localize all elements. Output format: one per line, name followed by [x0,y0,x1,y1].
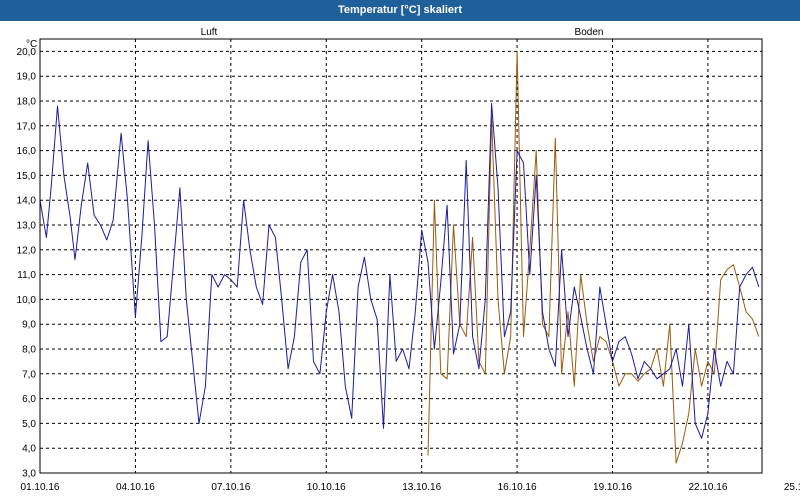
y-tick-labels: 3,0 4,0 5,0 6,0 7,0 8,0 9,0 10,0 11,0 12,0 13,0 14,… [17,47,37,480]
legend-luft: Luft [201,27,218,38]
x-tick-label: 25.10.16 [784,482,800,493]
x-tick-label: 01.10.16 [21,482,60,493]
y-tick-label: 10,0 [17,295,37,306]
legend-boden: Boden [575,27,604,38]
y-tick-label: 11,0 [17,270,36,281]
y-tick-label: 16,0 [17,146,37,157]
window-title: Temperatur [°C] skaliert [0,0,800,21]
y-tick-label: 20,0 [17,47,37,58]
temperature-chart: °C Luft Boden 3,04,05,06,07,08,09,010,01… [17,27,800,493]
series-lines [39,50,760,464]
x-tick-label: 13.10.16 [402,482,441,493]
y-tick-label: 14,0 [17,196,37,207]
y-tick-label: 13,0 [17,221,37,232]
y-tick-label: 12,0 [17,245,37,256]
x-tick-label: 10.10.16 [307,482,346,493]
x-tick-label: 07.10.16 [211,482,250,493]
y-tick-label: 9,0 [22,320,36,331]
y-tick-label: 7,0 [22,369,36,380]
y-tick-label: 18,0 [17,97,37,108]
y-tick-label: 17,0 [17,121,37,132]
y-tick-label: 6,0 [22,394,36,405]
y-tick-label: 8,0 [22,345,36,356]
y-tick-label: 3,0 [22,469,36,480]
y-tick-label: 5,0 [22,419,36,430]
plot-frame [39,38,763,474]
y-tick-label: 4,0 [22,444,36,455]
x-tick-label: 04.10.16 [116,482,155,493]
x-tick-label: 16.10.16 [498,482,537,493]
x-tick-label: 19.10.16 [593,482,632,493]
y-tick-label: 19,0 [17,72,37,83]
y-tick-label: 15,0 [17,171,37,182]
series-line-luft [39,103,760,439]
x-tick-label: 22.10.16 [688,482,727,493]
x-tick-labels: 01.10.16 04.10.16 07.10.16 10.10.16 13.10.16… [21,482,800,493]
